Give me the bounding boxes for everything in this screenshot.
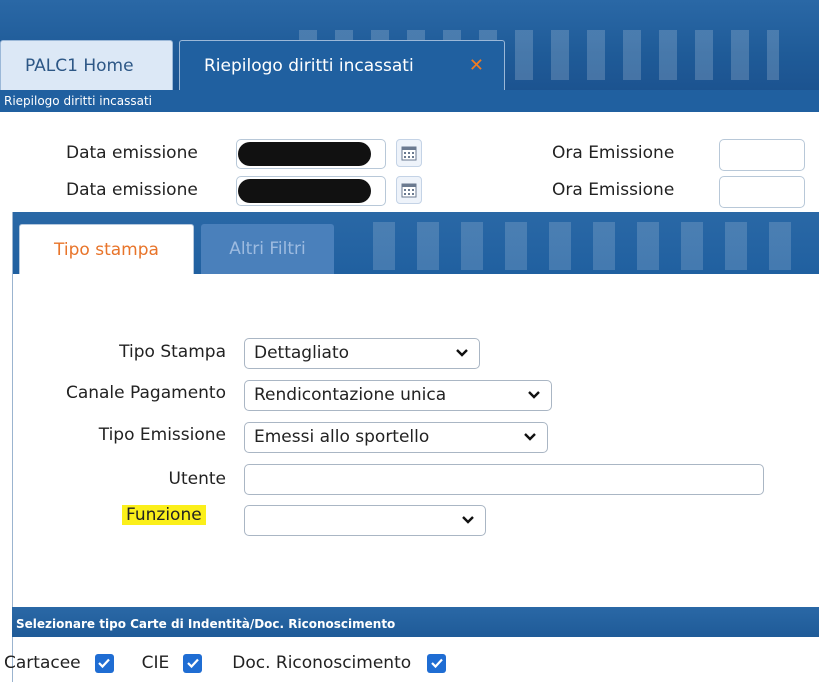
canale-pagamento-label: Canale Pagamento bbox=[65, 383, 226, 403]
data-emissione-label-2: Data emissione bbox=[66, 180, 198, 200]
calendar-icon[interactable] bbox=[396, 176, 422, 204]
checkbox-label-cartacee: Cartacee bbox=[4, 653, 81, 673]
chevron-down-icon bbox=[528, 391, 540, 399]
page-subtitle: Riepilogo diritti incassati bbox=[0, 90, 819, 112]
tab-home-label: PALC1 Home bbox=[25, 55, 134, 76]
window-header: PALC1 Home Riepilogo diritti incassati ✕ bbox=[0, 0, 819, 90]
tipo-stampa-select[interactable]: Dettagliato bbox=[244, 338, 480, 369]
tipo-stampa-value: Dettagliato bbox=[254, 343, 350, 363]
chevron-down-icon bbox=[524, 433, 536, 441]
check-icon bbox=[186, 658, 199, 669]
calendar-icon[interactable] bbox=[396, 139, 422, 167]
ora-emissione-label-1: Ora Emissione bbox=[552, 143, 675, 163]
tab-altri-filtri[interactable]: Altri Filtri bbox=[201, 224, 334, 274]
tab-palc1-home[interactable]: PALC1 Home bbox=[0, 40, 173, 90]
panel-tab-bar: Tipo stampa Altri Filtri bbox=[13, 212, 819, 274]
ora-emissione-field-2[interactable] bbox=[719, 176, 805, 208]
tipo-stampa-label: Tipo Stampa bbox=[119, 342, 226, 362]
tipo-emissione-value: Emessi allo sportello bbox=[254, 427, 430, 447]
chevron-down-icon bbox=[456, 349, 468, 357]
tab-tipo-stampa-label: Tipo stampa bbox=[54, 239, 159, 260]
checkbox-cartacee[interactable] bbox=[94, 653, 114, 673]
tab-active-label: Riepilogo diritti incassati bbox=[204, 55, 414, 76]
document-type-checkboxes: Cartacee CIE Doc. Riconoscimento bbox=[0, 648, 447, 678]
window-tab-strip: PALC1 Home Riepilogo diritti incassati ✕ bbox=[0, 36, 505, 90]
canale-pagamento-value: Rendicontazione unica bbox=[254, 385, 447, 405]
check-icon bbox=[430, 658, 443, 669]
utente-input[interactable] bbox=[244, 464, 764, 495]
checkbox-cie[interactable] bbox=[183, 653, 203, 673]
funzione-select[interactable] bbox=[244, 505, 486, 536]
ora-emissione-field-1[interactable] bbox=[719, 139, 805, 171]
section-title-bar: Selezionare tipo Carte di Indentità/Doc.… bbox=[12, 607, 819, 637]
canale-pagamento-select[interactable]: Rendicontazione unica bbox=[244, 380, 552, 411]
checkbox-label-cie: CIE bbox=[141, 653, 170, 673]
checkbox-doc-riconoscimento[interactable] bbox=[427, 653, 447, 673]
chevron-down-icon bbox=[462, 516, 474, 524]
tab-tipo-stampa[interactable]: Tipo stampa bbox=[19, 224, 194, 274]
redacted-value bbox=[238, 179, 371, 203]
redacted-value bbox=[238, 142, 371, 166]
tab-altri-filtri-label: Altri Filtri bbox=[229, 239, 306, 259]
checkbox-label-doc-riconoscimento: Doc. Riconoscimento bbox=[232, 653, 412, 673]
data-emissione-label-1: Data emissione bbox=[66, 143, 198, 163]
tab-riepilogo-diritti[interactable]: Riepilogo diritti incassati ✕ bbox=[179, 40, 505, 90]
ora-emissione-label-2: Ora Emissione bbox=[552, 180, 675, 200]
tipo-emissione-select[interactable]: Emessi allo sportello bbox=[244, 422, 548, 453]
tab-bar-pattern bbox=[373, 222, 803, 270]
funzione-label: Funzione bbox=[122, 505, 206, 525]
close-icon[interactable]: ✕ bbox=[469, 55, 484, 76]
tipo-emissione-label: Tipo Emissione bbox=[98, 425, 226, 445]
check-icon bbox=[98, 658, 110, 669]
utente-label: Utente bbox=[168, 469, 226, 489]
